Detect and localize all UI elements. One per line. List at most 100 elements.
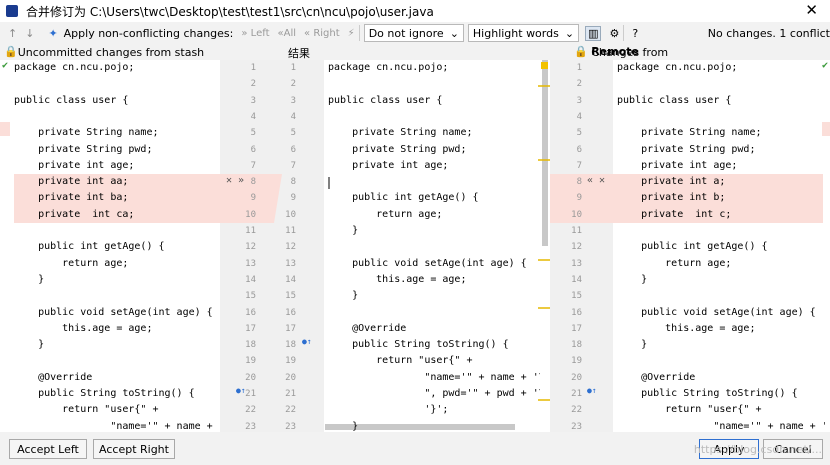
line-number: 8 (576, 177, 582, 188)
code-line: "name='" + name + '\'' (617, 420, 825, 432)
right-code-panel[interactable]: package cn.ncu.pojo; public class user { … (617, 60, 825, 432)
prev-diff-icon[interactable]: ↑ (8, 27, 17, 40)
line-number: 16 (245, 307, 256, 318)
line-number: 5 (290, 128, 296, 139)
line-number: 16 (571, 307, 582, 318)
footer: Accept Left Accept Right Apply Cancel ht… (0, 432, 830, 465)
magic-resolve-icon[interactable]: ✦ (48, 27, 57, 40)
wand-icon[interactable]: ⚡ (348, 28, 355, 39)
code-line: private String pwd; (328, 143, 467, 155)
code-line: } (14, 273, 45, 285)
code-line: this.age = age; (14, 322, 153, 334)
line-number: 15 (245, 291, 256, 302)
next-diff-icon[interactable]: ↓ (25, 27, 34, 40)
code-line: return "user{" + (328, 355, 473, 367)
code-line: private String name; (617, 127, 762, 139)
toolbar-divider (358, 25, 360, 41)
code-line: } (328, 420, 359, 432)
status-text: No changes. 1 conflict (707, 27, 830, 40)
line-number: 12 (245, 242, 256, 253)
apply-left-button[interactable]: » Left (241, 28, 269, 39)
reject-left-icon[interactable]: ✕ » (226, 175, 244, 186)
ignore-select-value: Do not ignore (368, 26, 444, 40)
line-number: 23 (571, 421, 582, 432)
line-number: 10 (245, 209, 256, 220)
line-number: 4 (290, 111, 296, 122)
code-line: } (328, 225, 359, 236)
code-line: public class user { (328, 94, 443, 106)
apply-right-button[interactable]: « Right (304, 28, 340, 39)
code-line: public void setAge(int age) { (14, 306, 213, 318)
code-line: public int getAge() { (14, 241, 165, 253)
line-number: 18 (285, 340, 296, 351)
line-number: 14 (285, 274, 296, 285)
code-line: @Override (617, 371, 696, 383)
line-number: 12 (285, 242, 296, 253)
code-line: private int a; (617, 176, 726, 188)
line-number: 5 (576, 128, 582, 139)
help-icon[interactable]: ? (632, 27, 638, 40)
line-number: 23 (245, 421, 256, 432)
code-line: private String pwd; (14, 143, 153, 155)
line-number: 13 (245, 258, 256, 269)
code-line: private int ca; (14, 208, 135, 220)
code-line: "name='" + name + '\'' + (424, 371, 540, 383)
accept-right-icon[interactable]: « ✕ (587, 175, 605, 186)
line-number: 2 (250, 79, 256, 90)
code-line: private String name; (328, 127, 473, 139)
code-line: public String toString() { (617, 388, 798, 399)
line-number: 15 (571, 291, 582, 302)
close-icon[interactable]: ✕ (805, 1, 818, 19)
result-code-panel[interactable]: package cn.ncu.pojo; public class user { … (328, 60, 540, 432)
accept-right-button[interactable]: Accept Right (93, 439, 175, 459)
line-number: 20 (245, 372, 256, 383)
line-number: 17 (571, 323, 582, 334)
code-line: public String toString() { (328, 339, 509, 351)
code-line: public int getAge() { (328, 192, 479, 204)
ignore-whitespace-select[interactable]: Do not ignore ⌄ (363, 24, 464, 42)
code-line: public class user { (14, 94, 129, 106)
line-number: 10 (571, 209, 582, 220)
code-line: public void setAge(int age) { (328, 257, 527, 269)
panel-headers: 🔒 Uncommitted changes from stash 结果 🔒 Ch… (0, 44, 830, 60)
code-line: return age; (14, 257, 129, 269)
bookmark-icon: ●↑ (587, 386, 597, 395)
line-number: 7 (250, 160, 256, 171)
apply-all-button[interactable]: «All (278, 28, 297, 39)
line-number: 1 (576, 63, 582, 73)
sync-scroll-icon[interactable]: ▥ (585, 25, 602, 41)
accept-left-button[interactable]: Accept Left (9, 439, 87, 459)
line-number: 17 (285, 323, 296, 334)
highlight-select[interactable]: Highlight words ⌄ (467, 24, 580, 42)
middle-scrollbar (542, 60, 548, 246)
right-header: 🔒 Changes from Remote (574, 45, 669, 59)
chevron-down-icon: ⌄ (564, 26, 575, 40)
gear-icon[interactable]: ⚙ (609, 27, 619, 40)
line-number: 13 (285, 258, 296, 269)
line-number: 12 (571, 242, 582, 253)
line-number: 14 (245, 274, 256, 285)
line-number: 21 (285, 389, 296, 399)
line-number: 16 (285, 307, 296, 318)
chevron-down-icon: ⌄ (449, 26, 459, 40)
code-line: private int ba; (14, 192, 129, 204)
code-line: private int age; (617, 159, 738, 171)
code-line: package cn.ncu.pojo; (14, 62, 135, 73)
line-number: 21 (571, 389, 582, 399)
code-line: return "user{" + (14, 404, 159, 416)
bookmark-icon: ●↑ (236, 386, 246, 395)
left-code-panel[interactable]: package cn.ncu.pojo; public class user { … (14, 60, 220, 432)
line-number: 3 (250, 95, 256, 106)
code-line: public int getAge() { (617, 241, 768, 253)
code-line: private int age; (328, 159, 449, 171)
code-line: public void setAge(int age) { (617, 306, 816, 318)
code-line: private int b; (617, 192, 726, 204)
code-line: return age; (328, 208, 443, 220)
left-scroll-mark (0, 122, 10, 136)
code-line: @Override (14, 371, 93, 383)
line-number: 15 (285, 291, 296, 302)
line-number: 14 (571, 274, 582, 285)
line-number: 9 (576, 193, 582, 204)
middle-scroll-marker (541, 62, 548, 69)
line-number: 11 (245, 226, 256, 236)
